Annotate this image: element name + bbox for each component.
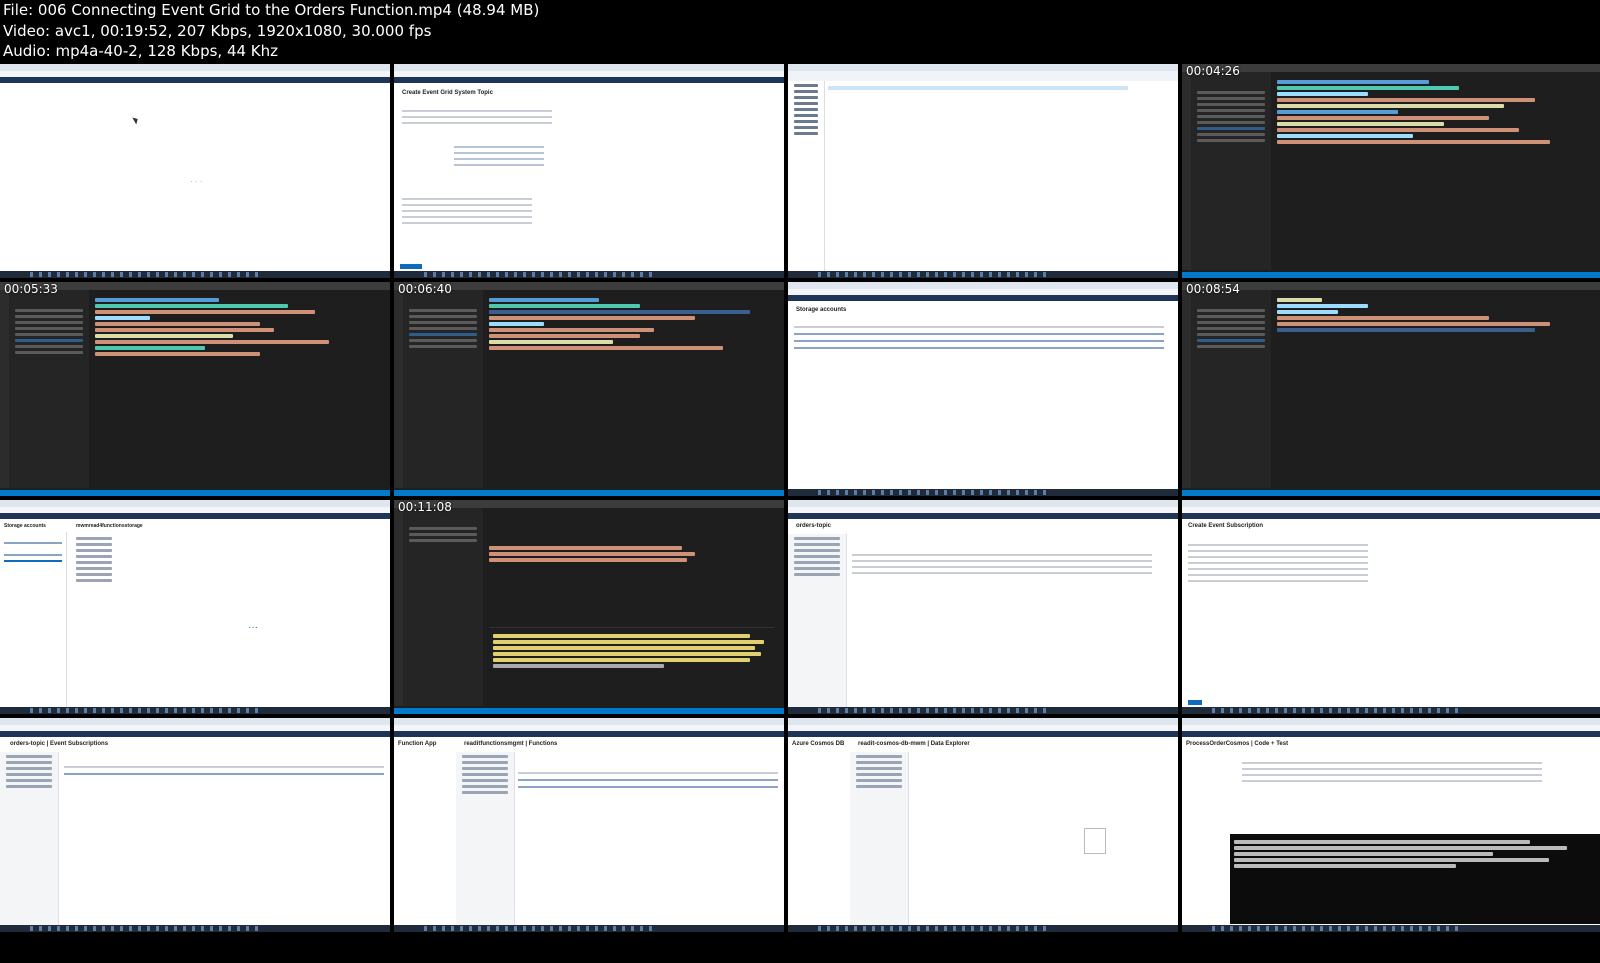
- thumbnail-grid: · · · Create Event Grid System Topic 00:…: [0, 64, 1600, 963]
- tile-title: Function App: [398, 741, 437, 747]
- thumbnail-14-function-app: Function App readitfunctionsmgmt | Funct…: [394, 718, 784, 932]
- thumbnail-9-storage-account-detail: Storage accounts mwmread4functionsstorag…: [0, 500, 390, 714]
- thumbnail-2-create-event-grid-system-topic: Create Event Grid System Topic: [394, 64, 784, 278]
- timestamp-label: 00:04:26: [1186, 64, 1240, 78]
- audio-info-line: Audio: mp4a-40-2, 128 Kbps, 44 Khz: [3, 42, 279, 60]
- tile-title: orders-topic: [796, 523, 832, 529]
- file-name-line: File: 006 Connecting Event Grid to the O…: [3, 1, 540, 19]
- tile-title: Storage accounts: [4, 523, 46, 529]
- tile-title: Azure Cosmos DB: [792, 741, 845, 747]
- storage-account-name: mwmread4functionsstorage: [76, 523, 143, 529]
- thumbnail-11-orders-topic: orders-topic: [788, 500, 1178, 714]
- thumbnail-16-code-test: ProcessOrderCosmos | Code + Test: [1182, 718, 1600, 932]
- timestamp-label: 00:06:40: [398, 282, 452, 296]
- file-info-header: File: 006 Connecting Event Grid to the O…: [0, 0, 1600, 64]
- tile-title: Create Event Grid System Topic: [402, 90, 493, 96]
- tile-title: ProcessOrderCosmos | Code + Test: [1186, 741, 1289, 747]
- timestamp-label: 00:05:33: [4, 282, 58, 296]
- video-info-line: Video: avc1, 00:19:52, 207 Kbps, 1920x10…: [3, 21, 432, 40]
- thumbnail-6-vscode: 00:06:40: [394, 282, 784, 496]
- thumbnail-13-event-subscriptions: orders-topic | Event Subscriptions: [0, 718, 390, 932]
- thumbnail-15-cosmos-data-explorer: Azure Cosmos DB readit-cosmos-db-mwm | D…: [788, 718, 1178, 932]
- tile-title: Storage accounts: [796, 307, 847, 313]
- thumbnail-7-storage-accounts: Storage accounts: [788, 282, 1178, 496]
- thumbnail-3-file-explorer: [788, 64, 1178, 278]
- tile-title: orders-topic | Event Subscriptions: [10, 741, 109, 747]
- cosmos-blade-title: readit-cosmos-db-mwm | Data Explorer: [858, 741, 970, 747]
- thumbnail-1-browser-blank: · · ·: [0, 64, 390, 278]
- timestamp-label: 00:08:54: [1186, 282, 1240, 296]
- timestamp-label: 00:11:08: [398, 500, 452, 514]
- functions-blade-title: readitfunctionsmgmt | Functions: [464, 741, 558, 747]
- thumbnail-12-create-event-subscription: Create Event Subscription: [1182, 500, 1600, 714]
- thumbnail-8-vscode-localsettings: 00:08:54: [1182, 282, 1600, 496]
- thumbnail-5-vscode: 00:05:33: [0, 282, 390, 496]
- thumbnail-4-vscode: 00:04:26: [1182, 64, 1600, 278]
- tile-title: Create Event Subscription: [1188, 523, 1264, 529]
- thumbnail-10-vscode-terminal: 00:11:08: [394, 500, 784, 714]
